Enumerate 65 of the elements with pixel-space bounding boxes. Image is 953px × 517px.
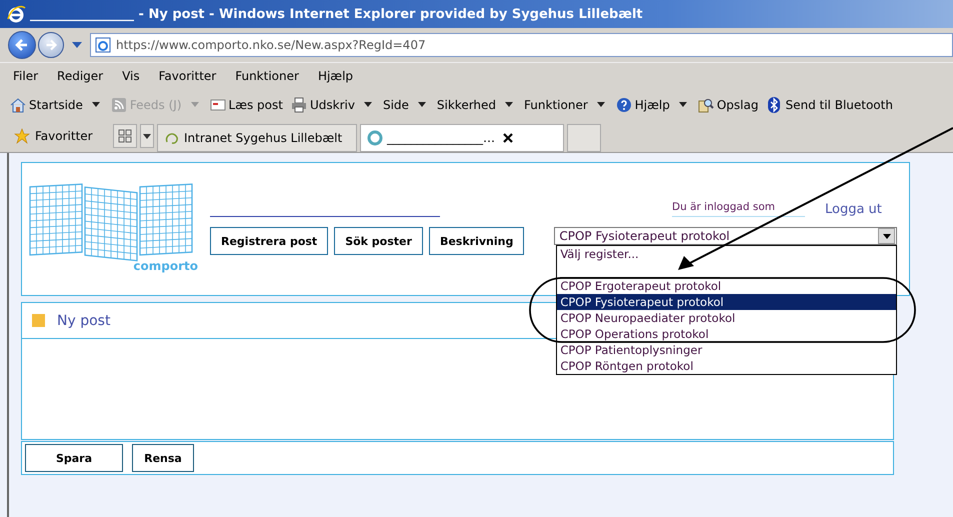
menu-item[interactable]: Hjælp (318, 69, 354, 83)
dropdown-option[interactable]: CPOP Röntgen protokol (557, 358, 896, 374)
logout-link[interactable]: Logga ut (824, 202, 882, 217)
history-caret-icon[interactable] (72, 42, 82, 48)
dropdown-option[interactable]: CPOP Fysioterapeut protokol (557, 294, 896, 310)
grid-icon (118, 129, 132, 143)
toolbar-button[interactable]: Send til Bluetooth (764, 96, 895, 112)
toolbar-button[interactable]: Startside (8, 96, 85, 112)
mail-icon (210, 96, 226, 112)
dropdown-caret-icon[interactable] (92, 102, 100, 107)
caret-icon (143, 134, 151, 138)
dropdown-arrow-button[interactable] (878, 228, 896, 244)
nav-button[interactable]: Beskrivning (428, 227, 524, 255)
loading-ring-icon (367, 130, 383, 146)
dropdown-option[interactable]: CPOP Patientoplysninger (557, 342, 896, 358)
toolbar-button[interactable]: Side (380, 98, 411, 112)
toolbar-button[interactable]: Funktioner (522, 98, 590, 112)
menu-item[interactable]: Filer (13, 69, 38, 83)
form-button[interactable]: Spara (25, 444, 123, 472)
dropdown-option[interactable]: CPOP Neuropaediater protokol (557, 310, 896, 326)
dropdown-option[interactable]: CPOP Operations protokol (557, 326, 896, 342)
back-button[interactable] (8, 31, 36, 59)
bluetooth-icon (766, 96, 782, 112)
form-button[interactable]: Rensa (132, 444, 194, 472)
dropdown-caret-icon[interactable] (364, 102, 372, 107)
toolbar-button[interactable]: Læs post (208, 96, 285, 112)
browser-tab[interactable]: ________________… (360, 124, 564, 152)
section-title: Ny post (57, 312, 110, 328)
tab-list-button[interactable] (140, 124, 154, 148)
menu-item[interactable]: Favoritter (158, 69, 216, 83)
window-title: ________________ - Ny post - Windows Internet Explorer provided by Sygehus Lillebælt (30, 6, 643, 22)
printer-icon (290, 96, 307, 112)
login-text: Du är inloggad som (672, 201, 805, 217)
menu-item[interactable]: Rediger (57, 69, 104, 83)
dropdown-option[interactable]: CPOP Ergoterapeut protokol (557, 278, 896, 294)
quick-tabs-button[interactable] (113, 124, 137, 148)
browser-tab[interactable]: Intranet Sygehus Lillebælt (157, 124, 357, 152)
dropdown-caret-icon[interactable] (678, 102, 687, 107)
menu-item[interactable]: Funktioner (235, 69, 299, 83)
feed-icon (110, 96, 127, 112)
dropdown-option[interactable]: Välj register... (557, 246, 896, 262)
nav-button[interactable]: Registrera post (210, 227, 328, 255)
toolbar-button[interactable]: Hjælp (614, 96, 672, 112)
close-icon[interactable] (503, 132, 513, 142)
forward-button[interactable] (38, 32, 64, 58)
toolbar-button[interactable]: Udskriv (288, 96, 357, 112)
toolbar-button[interactable]: Sikkerhed (434, 98, 498, 112)
address-field[interactable]: https://www.comporto.nko.se/New.aspx?RegId=407 (90, 33, 953, 57)
dropdown-caret-icon[interactable] (418, 102, 426, 107)
menu-item[interactable]: Vis (122, 69, 140, 83)
dropdown-caret-icon[interactable] (596, 102, 605, 107)
dropdown-caret-icon[interactable] (505, 102, 514, 107)
caret-icon (882, 234, 891, 238)
page-icon (95, 37, 111, 53)
home-icon (10, 96, 26, 112)
favorites-button[interactable]: Favoritter (8, 127, 110, 145)
book-magnifier-icon (698, 96, 714, 112)
browser-logo-icon (6, 4, 26, 24)
star-icon (14, 128, 30, 144)
square-icon (32, 314, 45, 327)
toolbar-button[interactable]: Opslag (696, 96, 760, 112)
logo-text: comporto (132, 259, 198, 273)
register-select[interactable]: CPOP Fysioterapeut protokol (554, 227, 898, 245)
help-icon (616, 96, 632, 112)
nav-button[interactable]: Sök poster (334, 227, 423, 255)
